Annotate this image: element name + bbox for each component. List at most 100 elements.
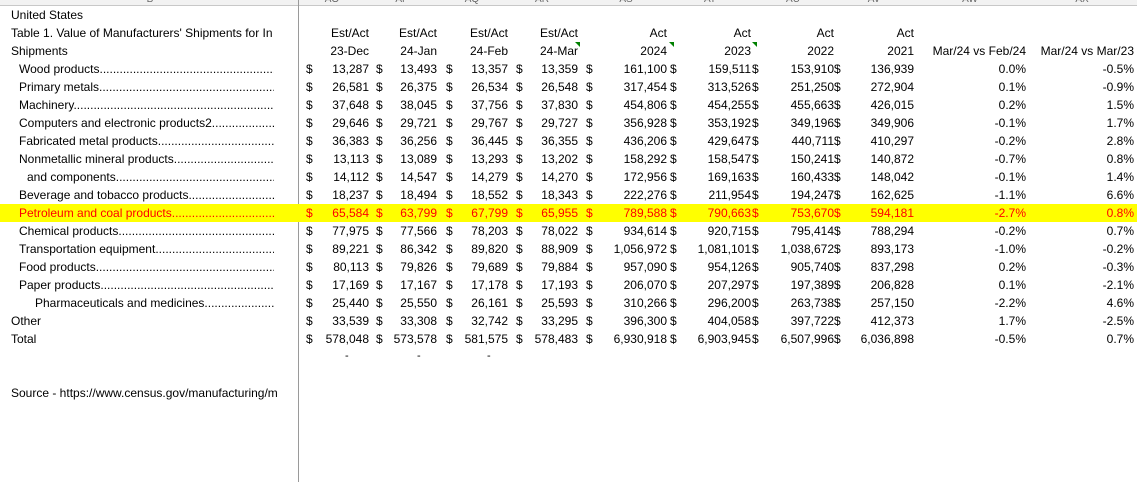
value-cell[interactable]: 13,287 xyxy=(314,60,369,78)
column-letter[interactable]: B xyxy=(130,0,170,5)
value-cell[interactable]: 25,593 xyxy=(524,294,578,312)
table-row[interactable]: Machinery...............................… xyxy=(0,96,1137,114)
value-cell[interactable]: 578,048 xyxy=(314,330,369,348)
row-label[interactable]: Beverage and tobacco products...........… xyxy=(19,186,274,204)
value-cell[interactable]: 37,648 xyxy=(314,96,369,114)
column-type-header[interactable]: Est/Act xyxy=(367,24,437,42)
row-label[interactable]: Other xyxy=(11,312,274,330)
value-cell[interactable]: 313,526 xyxy=(678,78,751,96)
column-letter[interactable]: AT xyxy=(690,0,730,5)
column-period-header[interactable]: 2024 xyxy=(597,42,667,60)
change-cell[interactable]: 0.2% xyxy=(946,258,1026,276)
source-note[interactable]: Source - https://www.census.gov/manufact… xyxy=(11,384,298,402)
row-label[interactable]: Total xyxy=(11,330,274,348)
change-cell[interactable]: -0.1% xyxy=(946,168,1026,186)
value-cell[interactable]: 18,494 xyxy=(384,186,437,204)
column-period-header[interactable]: 24-Feb xyxy=(438,42,508,60)
value-cell[interactable]: 13,089 xyxy=(384,150,437,168)
column-letter[interactable]: AP xyxy=(382,0,422,5)
value-cell[interactable]: 410,297 xyxy=(842,132,914,150)
row-label[interactable]: and components..........................… xyxy=(27,168,274,186)
change-cell[interactable]: -0.2% xyxy=(1054,240,1134,258)
value-cell[interactable]: 63,799 xyxy=(384,204,437,222)
value-cell[interactable]: 954,126 xyxy=(678,258,751,276)
value-cell[interactable]: 162,625 xyxy=(842,186,914,204)
value-cell[interactable]: 194,247 xyxy=(760,186,834,204)
value-cell[interactable]: 26,375 xyxy=(384,78,437,96)
change-cell[interactable]: -0.3% xyxy=(1054,258,1134,276)
change-cell[interactable]: -2.2% xyxy=(946,294,1026,312)
change-column-header[interactable]: Mar/24 vs Feb/24 xyxy=(922,42,1026,60)
value-cell[interactable]: 1,038,672 xyxy=(760,240,834,258)
value-cell[interactable]: 13,293 xyxy=(454,150,508,168)
column-period-header[interactable]: 23-Dec xyxy=(299,42,369,60)
column-type-header[interactable]: Act xyxy=(681,24,751,42)
value-cell[interactable]: 33,308 xyxy=(384,312,437,330)
value-cell[interactable]: 197,389 xyxy=(760,276,834,294)
value-cell[interactable]: 80,113 xyxy=(314,258,369,276)
value-cell[interactable]: 412,373 xyxy=(842,312,914,330)
value-cell[interactable]: 454,806 xyxy=(594,96,667,114)
value-cell[interactable]: 349,196 xyxy=(760,114,834,132)
row-label[interactable]: Machinery...............................… xyxy=(19,96,274,114)
column-type-header[interactable]: Act xyxy=(597,24,667,42)
row-label[interactable]: Petroleum and coal products.............… xyxy=(19,204,274,222)
value-cell[interactable]: 272,904 xyxy=(842,78,914,96)
value-cell[interactable]: 65,584 xyxy=(314,204,369,222)
change-cell[interactable]: -0.2% xyxy=(946,222,1026,240)
row-label[interactable]: Primary metals..........................… xyxy=(19,78,274,96)
value-cell[interactable]: 33,539 xyxy=(314,312,369,330)
change-cell[interactable]: 0.1% xyxy=(946,78,1026,96)
value-cell[interactable]: 33,295 xyxy=(524,312,578,330)
value-cell[interactable]: 13,493 xyxy=(384,60,437,78)
value-cell[interactable]: 454,255 xyxy=(678,96,751,114)
value-cell[interactable]: 13,113 xyxy=(314,150,369,168)
column-period-header[interactable]: 2023 xyxy=(681,42,751,60)
value-cell[interactable]: 67,799 xyxy=(454,204,508,222)
value-cell[interactable]: 169,163 xyxy=(678,168,751,186)
row-label[interactable]: Transportation equipment................… xyxy=(19,240,274,258)
value-cell[interactable]: 404,058 xyxy=(678,312,751,330)
value-cell[interactable]: 206,070 xyxy=(594,276,667,294)
value-cell[interactable]: 1,081,101 xyxy=(678,240,751,258)
column-header-bar[interactable]: B AO AP AQ AR AS AT AU AV AW AX xyxy=(0,0,1137,6)
change-cell[interactable]: -0.7% xyxy=(946,150,1026,168)
value-cell[interactable]: 6,930,918 xyxy=(594,330,667,348)
value-cell[interactable]: 795,414 xyxy=(760,222,834,240)
value-cell[interactable]: 440,711 xyxy=(760,132,835,150)
change-cell[interactable]: -0.5% xyxy=(1054,60,1134,78)
column-type-header[interactable]: Est/Act xyxy=(438,24,508,42)
spreadsheet[interactable]: B AO AP AQ AR AS AT AU AV AW AX United States Tabl… xyxy=(0,0,1137,482)
column-letter[interactable]: AW xyxy=(950,0,990,5)
value-cell[interactable]: 14,279 xyxy=(454,168,508,186)
value-cell[interactable]: 310,266 xyxy=(594,294,667,312)
value-cell[interactable]: 29,767 xyxy=(454,114,508,132)
table-row[interactable]: Beverage and tobacco products...........… xyxy=(0,186,1137,204)
row-label[interactable]: Computers and electronic products2......… xyxy=(19,114,274,132)
value-cell[interactable]: 353,192 xyxy=(678,114,751,132)
value-cell[interactable]: 89,221 xyxy=(314,240,369,258)
table-row[interactable]: Paper products..........................… xyxy=(0,276,1137,294)
column-letter[interactable]: AX xyxy=(1062,0,1102,5)
value-cell[interactable]: 29,721 xyxy=(384,114,437,132)
value-cell[interactable]: 13,359 xyxy=(524,60,578,78)
change-cell[interactable]: 1.5% xyxy=(1054,96,1134,114)
value-cell[interactable]: 79,689 xyxy=(454,258,508,276)
value-cell[interactable]: 436,206 xyxy=(594,132,667,150)
value-cell[interactable]: 29,646 xyxy=(314,114,369,132)
value-cell[interactable]: 957,090 xyxy=(594,258,667,276)
column-period-header[interactable]: 2021 xyxy=(844,42,914,60)
table-row[interactable]: Nonmetallic mineral products............… xyxy=(0,150,1137,168)
table-row[interactable]: and components..........................… xyxy=(0,168,1137,186)
value-cell[interactable]: 36,355 xyxy=(524,132,578,150)
table-row[interactable]: Wood products...........................… xyxy=(0,60,1137,78)
value-cell[interactable]: 934,614 xyxy=(594,222,667,240)
row-label[interactable]: Nonmetallic mineral products............… xyxy=(19,150,274,168)
value-cell[interactable]: 1,056,972 xyxy=(594,240,667,258)
value-cell[interactable]: 581,575 xyxy=(454,330,508,348)
change-cell[interactable]: -2.5% xyxy=(1054,312,1134,330)
row-label[interactable]: Food products...........................… xyxy=(19,258,274,276)
value-cell[interactable]: 14,547 xyxy=(384,168,437,186)
table-title[interactable]: Table 1. Value of Manufacturers' Shipmen… xyxy=(11,24,298,42)
value-cell[interactable]: 789,588 xyxy=(594,204,667,222)
